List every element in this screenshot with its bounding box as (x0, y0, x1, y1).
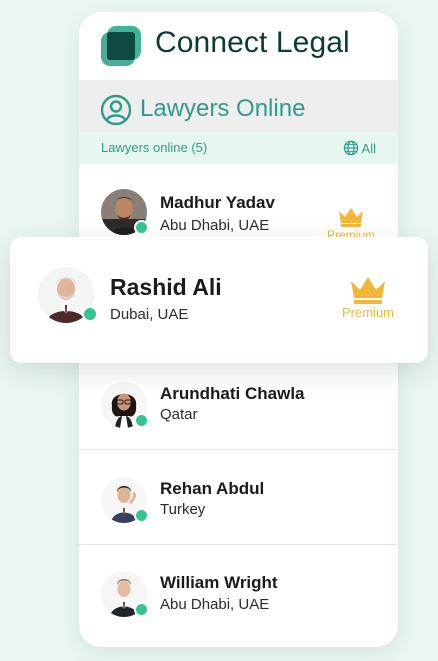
connect-legal-logo (101, 26, 141, 66)
brand-title: Connect Legal (155, 26, 350, 59)
online-subbar: Lawyers online (5) All (79, 132, 398, 164)
lawyer-row-arundhati-chawla[interactable]: Arundhati Chawla Qatar (79, 354, 398, 450)
filter-label: All (361, 140, 376, 156)
online-indicator (82, 306, 98, 322)
section-title: Lawyers Online (140, 95, 306, 122)
lawyer-name: Rashid Ali (110, 274, 222, 300)
avatar (101, 189, 149, 235)
lawyer-location: Abu Dhabi, UAE (160, 217, 270, 234)
lawyer-row-william-wright[interactable]: William Wright Abu Dhabi, UAE (79, 544, 398, 639)
lawyer-location: Turkey (160, 501, 206, 518)
online-indicator (134, 413, 149, 428)
lawyer-name: Rehan Abdul (160, 479, 265, 498)
avatar (101, 571, 149, 617)
lawyer-row-rehan-abdul[interactable]: Rehan Abdul Turkey (79, 449, 398, 545)
globe-icon (343, 140, 358, 156)
premium-label: Premium (342, 305, 395, 320)
crown-icon (351, 277, 385, 304)
lawyer-name: Madhur Yadav (160, 193, 275, 212)
lawyer-location: Qatar (160, 406, 198, 423)
online-indicator (134, 602, 149, 617)
lawyers-online-header: Lawyers Online (79, 80, 398, 132)
online-indicator (134, 220, 149, 235)
filter-all-button[interactable]: All (343, 138, 376, 158)
premium-badge: Premium (342, 275, 394, 320)
lawyer-name: William Wright (160, 573, 278, 592)
crown-icon (339, 208, 363, 227)
avatar (38, 267, 98, 323)
online-count: Lawyers online (5) (101, 140, 208, 155)
online-indicator (134, 508, 149, 523)
brand-header: Connect Legal (79, 12, 398, 80)
lawyer-name: Arundhati Chawla (160, 384, 305, 403)
user-circle-icon (100, 94, 132, 126)
avatar (101, 477, 149, 523)
avatar (101, 382, 149, 428)
lawyer-location: Dubai, UAE (110, 306, 189, 323)
featured-lawyer-card[interactable]: Rashid Ali Dubai, UAE Premium (10, 237, 428, 363)
lawyer-location: Abu Dhabi, UAE (160, 596, 270, 613)
